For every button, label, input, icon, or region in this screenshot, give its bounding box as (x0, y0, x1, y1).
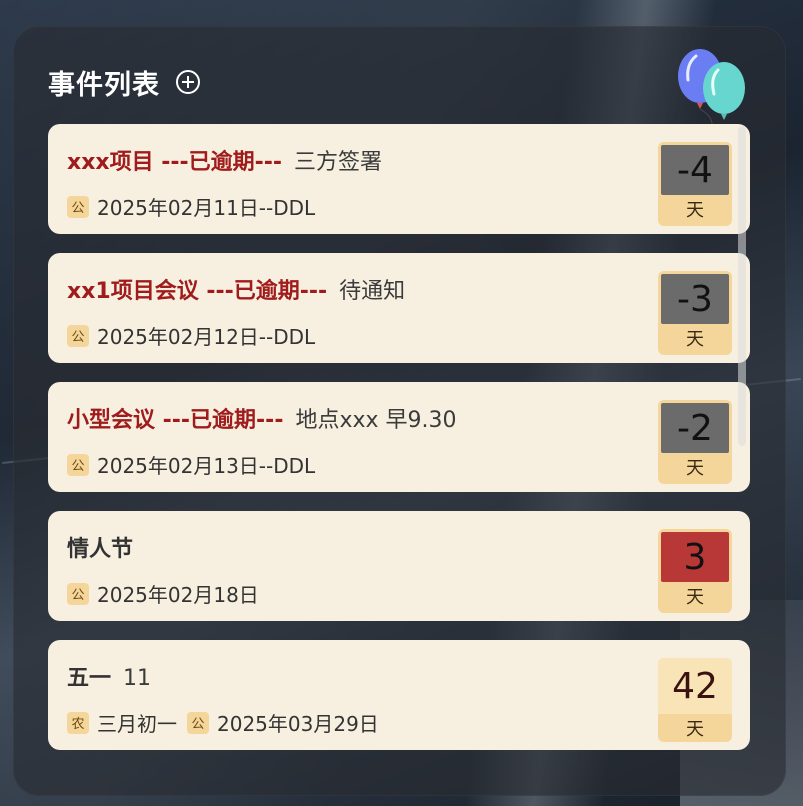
event-description: 11 (123, 666, 152, 691)
solar-calendar-badge: 公 (67, 582, 89, 605)
event-date: 2025年02月18日 (97, 583, 259, 607)
solar-calendar-badge: 公 (67, 453, 89, 476)
event-title-row: 五一 11 (67, 660, 151, 692)
days-remaining-count: 3 (661, 532, 729, 582)
event-description: 地点xxx 早9.30 (295, 408, 457, 433)
balloons-icon (678, 49, 745, 124)
plus-circle-icon[interactable] (176, 70, 200, 94)
days-remaining-count: 42 (658, 658, 732, 714)
event-date-row: 公 2025年02月13日--DDL (67, 450, 325, 479)
event-title-row: 情人节 (67, 531, 133, 563)
days-unit-label: 天 (686, 587, 704, 608)
event-date: 2025年03月29日 (217, 712, 379, 736)
days-remaining-count: -3 (661, 274, 729, 324)
event-date: 2025年02月12日--DDL (97, 325, 316, 349)
event-date: 2025年02月11日--DDL (97, 196, 316, 220)
event-card[interactable]: xxx项目 ---已逾期--- 三方签署公 2025年02月11日--DDL -4 天 (48, 124, 750, 234)
event-card[interactable]: 五一 11 农三月初一公 2025年03月29日 42 天 (48, 640, 750, 750)
days-remaining-box: 42 天 (658, 658, 732, 742)
event-description: 待通知 (339, 279, 406, 304)
days-unit-label: 天 (686, 458, 704, 479)
event-name: 小型会议 ---已逾期--- (67, 408, 284, 433)
event-card[interactable]: 小型会议 ---已逾期--- 地点xxx 早9.30 公 2025年02月13日--D… (48, 382, 750, 492)
page-title: 事件列表 (48, 69, 160, 101)
days-remaining-box: 3天 (658, 529, 732, 613)
days-unit-label: 天 (686, 329, 704, 350)
event-date-row: 公 2025年02月12日--DDL (67, 321, 325, 350)
event-name: xx1项目会议 ---已逾期--- (67, 279, 328, 304)
days-remaining-count: -4 (661, 145, 729, 195)
solar-calendar-badge: 公 (67, 195, 89, 218)
event-name: 情人节 (67, 537, 134, 562)
event-name: xxx项目 ---已逾期--- (67, 150, 283, 175)
solar-calendar-badge: 公 (187, 711, 209, 734)
event-date-row: 公 2025年02月11日--DDL (67, 192, 325, 221)
days-remaining-box: -3 天 (658, 271, 732, 355)
days-unit-label: 天 (686, 719, 704, 740)
lunar-calendar-badge: 农 (67, 711, 89, 734)
list-scrollbar[interactable] (738, 126, 746, 446)
event-date: 2025年02月13日--DDL (97, 454, 316, 478)
event-title-row: xx1项目会议 ---已逾期--- 待通知 (67, 273, 405, 305)
event-title-row: xxx项目 ---已逾期--- 三方签署 (67, 144, 382, 176)
days-remaining-box: -2 天 (658, 400, 732, 484)
event-date-row: 农三月初一公 2025年03月29日 (67, 708, 389, 737)
days-remaining-box: -4 天 (658, 142, 732, 226)
event-card[interactable]: xx1项目会议 ---已逾期--- 待通知公 2025年02月12日--DDL -3 天 (48, 253, 750, 363)
event-description: 三方签署 (294, 150, 383, 175)
solar-calendar-badge: 公 (67, 324, 89, 347)
event-card[interactable]: 情人节公 2025年02月18日 3 天 (48, 511, 750, 621)
event-title-row: 小型会议 ---已逾期--- 地点xxx 早9.30 (67, 402, 457, 434)
event-date-row: 公 2025年02月18日 (67, 579, 269, 608)
days-unit-label: 天 (686, 200, 704, 221)
event-name: 五一 (67, 666, 112, 691)
days-remaining-count: -2 (661, 403, 729, 453)
event-date: 三月初一 (97, 712, 177, 736)
event-list: xxx项目 ---已逾期--- 三方签署公 2025年02月11日--DDL -4 天 x… (48, 124, 750, 769)
panel-header: 事件列表 (48, 58, 200, 106)
